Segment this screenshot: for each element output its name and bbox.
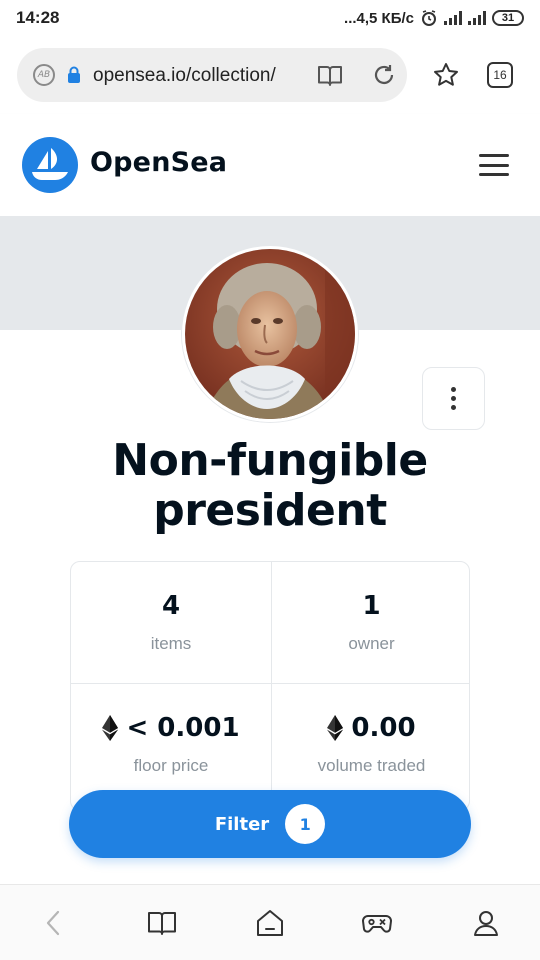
hamburger-menu-icon[interactable] bbox=[479, 154, 509, 176]
lock-icon bbox=[68, 66, 80, 83]
more-options-button[interactable] bbox=[422, 367, 485, 430]
alarm-icon bbox=[422, 10, 436, 26]
home-icon[interactable] bbox=[254, 907, 286, 939]
opensea-logo[interactable] bbox=[22, 137, 78, 193]
tabs-button[interactable]: 16 bbox=[487, 62, 513, 88]
stat-label: items bbox=[150, 634, 192, 653]
profile-icon[interactable] bbox=[470, 907, 502, 939]
stat-value: 0.00 bbox=[351, 713, 416, 743]
adblock-icon[interactable]: AB bbox=[33, 64, 55, 86]
stat-items[interactable]: 4 items bbox=[71, 562, 271, 683]
browser-bottom-nav bbox=[0, 884, 540, 960]
signal-icon bbox=[444, 11, 462, 25]
bookmark-star-icon[interactable] bbox=[432, 61, 460, 89]
status-indicators: ...4,5 КБ/с 31 bbox=[344, 9, 524, 27]
browser-toolbar: AB opensea.io/collection/ 16 bbox=[0, 44, 540, 108]
collection-stats: 4 items 1 owner < 0.001 floor price 0.00… bbox=[70, 561, 470, 811]
bookmarks-icon[interactable] bbox=[146, 907, 178, 939]
url-text[interactable]: opensea.io/collection/ bbox=[93, 65, 293, 87]
ethereum-icon bbox=[102, 715, 119, 741]
signal-hplus-icon bbox=[468, 11, 486, 25]
ethereum-icon bbox=[327, 715, 344, 741]
network-speed: ...4,5 КБ/с bbox=[344, 9, 414, 27]
reader-mode-icon[interactable] bbox=[317, 63, 343, 87]
games-icon[interactable] bbox=[361, 907, 393, 939]
filter-button[interactable]: Filter 1 bbox=[69, 790, 471, 858]
stat-owners[interactable]: 1 owner bbox=[271, 562, 469, 683]
collection-title: Non-fungible president bbox=[112, 435, 428, 536]
brand-name[interactable]: OpenSea bbox=[90, 147, 227, 178]
status-bar: 14:28 ...4,5 КБ/с 31 bbox=[0, 0, 540, 36]
address-bar[interactable]: AB opensea.io/collection/ bbox=[17, 48, 407, 102]
collection-avatar bbox=[182, 246, 358, 422]
filter-label: Filter bbox=[214, 813, 270, 835]
status-time: 14:28 bbox=[16, 8, 60, 27]
sailboat-icon bbox=[32, 148, 68, 180]
stat-label: owner bbox=[348, 634, 395, 653]
stat-label: volume traded bbox=[317, 756, 426, 775]
stat-value: 4 bbox=[161, 591, 181, 621]
filter-count-badge: 1 bbox=[285, 804, 326, 844]
stat-label: floor price bbox=[133, 756, 209, 775]
back-icon[interactable] bbox=[38, 907, 70, 939]
stat-value: < 0.001 bbox=[126, 713, 240, 743]
site-header: OpenSea bbox=[0, 114, 540, 216]
stat-value: 1 bbox=[362, 591, 381, 621]
battery-icon: 31 bbox=[492, 10, 524, 26]
reload-icon[interactable] bbox=[371, 62, 397, 88]
